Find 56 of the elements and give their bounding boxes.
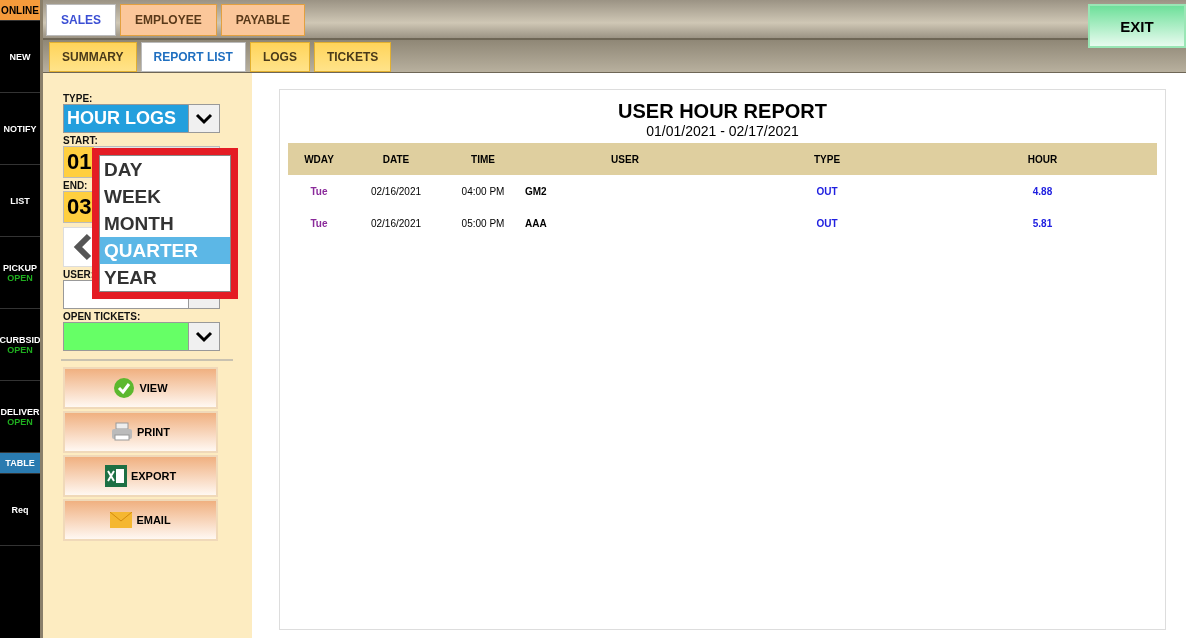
sidebar-item[interactable]: TABLE — [0, 453, 40, 474]
table-cell: 04:00 PM — [442, 175, 524, 207]
report-tab[interactable]: LOGS — [249, 42, 310, 72]
column-header: USER — [524, 143, 726, 175]
sidebar-item[interactable]: LIST — [0, 165, 40, 237]
field-label: TYPE: — [63, 93, 93, 104]
report-title: USER HOUR REPORT — [617, 100, 828, 123]
action-button[interactable]: EMAIL — [63, 499, 218, 541]
table-cell-text: OUT — [815, 216, 839, 231]
table-cell: GM2 — [524, 175, 726, 207]
field-label: OPEN TICKETS: — [63, 311, 141, 322]
field-label: START: — [63, 135, 98, 146]
top-tab[interactable]: PAYABLE — [220, 4, 305, 36]
action-button[interactable]: PRINT — [63, 411, 218, 453]
report-date-range: 01/01/2021 - 02/17/2021 — [645, 123, 800, 139]
field-label: END: — [63, 180, 88, 191]
sidebar-item[interactable]: PICKUP OPEN — [0, 237, 40, 309]
sidebar-item[interactable]: CURBSID OPEN — [0, 309, 40, 381]
report-tab[interactable]: REPORT LIST — [140, 42, 246, 72]
table-cell: 02/16/2021 — [350, 175, 442, 207]
dropdown-option[interactable]: MONTH — [100, 210, 230, 237]
chevron-left-icon — [73, 233, 93, 261]
exit-button[interactable]: EXIT — [1088, 4, 1186, 48]
sidebar-item[interactable]: ONLINE — [0, 0, 40, 21]
table-cell-text: 5.81 — [1031, 216, 1054, 231]
spreadsheet-icon — [104, 465, 127, 487]
checkmark-icon — [113, 377, 136, 399]
report-tab[interactable]: TICKETS — [313, 42, 392, 72]
top-tab[interactable]: EMPLOYEE — [120, 4, 217, 36]
chevron-down-icon — [195, 112, 213, 125]
sidebar-item[interactable]: Req — [0, 474, 40, 546]
printer-icon — [111, 422, 133, 442]
chevron-down-icon — [195, 330, 213, 343]
top-tab[interactable]: SALES — [46, 4, 116, 36]
dropdown-option[interactable]: DAY — [100, 156, 230, 183]
table-cell-text: 05:00 PM — [460, 216, 506, 231]
table-cell-text: 02/16/2021 — [369, 216, 423, 231]
table-cell: Tue — [288, 175, 350, 207]
table-cell: OUT — [726, 175, 928, 207]
action-button[interactable]: VIEW — [63, 367, 218, 409]
dropdown-option[interactable]: WEEK — [100, 183, 230, 210]
dropdown-option[interactable]: YEAR — [100, 264, 230, 291]
column-header: TYPE — [726, 143, 928, 175]
table-cell-text: AAA — [524, 216, 548, 231]
sidebar-item[interactable]: NOTIFY — [0, 93, 40, 165]
table-cell-text: Tue — [309, 216, 329, 231]
column-header: HOUR — [928, 143, 1157, 175]
sidebar-item[interactable]: NEW — [0, 21, 40, 93]
report-tab[interactable]: SUMMARY — [49, 42, 137, 72]
field-label: USER: — [63, 269, 95, 280]
column-header: TIME — [442, 143, 524, 175]
table-cell: 4.88 — [928, 175, 1157, 207]
column-header: DATE — [350, 143, 442, 175]
column-header: WDAY — [288, 143, 350, 175]
envelope-icon — [110, 512, 133, 528]
action-button[interactable]: EXPORT — [63, 455, 218, 497]
